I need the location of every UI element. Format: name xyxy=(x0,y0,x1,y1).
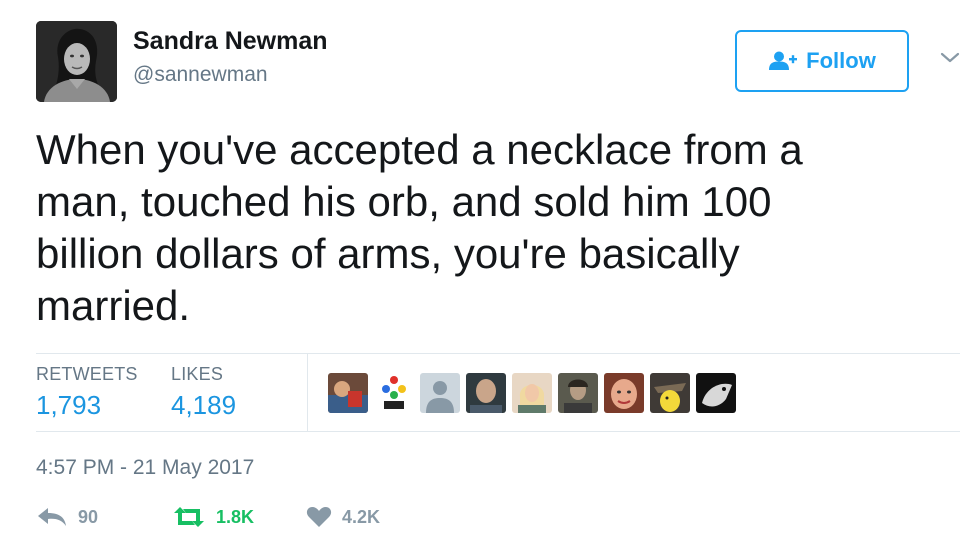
divider xyxy=(307,353,308,431)
like-count: 4.2K xyxy=(342,506,381,527)
retweets-count: 1,793 xyxy=(36,390,102,420)
heart-icon xyxy=(306,507,332,527)
reply-icon xyxy=(38,508,66,526)
liker-avatar[interactable] xyxy=(466,373,506,413)
avatar[interactable] xyxy=(36,21,117,102)
retweet-count: 1.8K xyxy=(216,506,255,527)
reply-button[interactable]: 90 xyxy=(36,506,98,528)
likes-stat[interactable]: LIKES 4,189 xyxy=(171,363,236,421)
tweet-timestamp[interactable]: 4:57 PM - 21 May 2017 xyxy=(36,456,254,480)
tweet-text-line: When you've accepted a necklace from a xyxy=(36,126,803,173)
tweet-text-line: billion dollars of arms, you're basicall… xyxy=(36,230,740,277)
tweet-text-line: man, touched his orb, and sold him 100 xyxy=(36,178,772,225)
retweets-stat[interactable]: RETWEETS 1,793 xyxy=(36,363,138,421)
tweet-text-line: married. xyxy=(36,282,191,329)
like-button[interactable]: 4.2K xyxy=(306,506,380,528)
liker-avatar[interactable] xyxy=(420,373,460,413)
follow-button-label: Follow xyxy=(806,48,876,73)
follow-button[interactable]: Follow xyxy=(735,30,909,92)
tweet-stats: RETWEETS 1,793 LIKES 4,189 xyxy=(36,353,960,431)
avatar-photo-icon xyxy=(36,21,117,102)
chevron-down-icon xyxy=(940,52,960,63)
more-options-caret[interactable] xyxy=(937,48,963,68)
retweets-label: RETWEETS xyxy=(36,364,138,384)
liker-avatar[interactable] xyxy=(696,373,736,413)
liker-avatar[interactable] xyxy=(650,373,690,413)
divider xyxy=(36,431,960,432)
reply-count: 90 xyxy=(78,506,99,527)
liker-avatar[interactable] xyxy=(374,373,414,413)
retweet-button[interactable]: 1.8K xyxy=(172,506,254,528)
likers-avatars xyxy=(328,373,736,413)
likes-label: LIKES xyxy=(171,364,224,384)
liker-avatar[interactable] xyxy=(328,373,368,413)
liker-avatar[interactable] xyxy=(512,373,552,413)
likes-count: 4,189 xyxy=(171,390,237,420)
tweet-text: When you've accepted a necklace from a m… xyxy=(36,124,936,332)
liker-avatar[interactable] xyxy=(604,373,644,413)
follow-user-icon xyxy=(769,51,798,70)
liker-avatar[interactable] xyxy=(558,373,598,413)
retweet-icon xyxy=(174,507,204,527)
user-handle[interactable]: @sannewman xyxy=(133,62,268,88)
display-name[interactable]: Sandra Newman xyxy=(133,26,328,56)
